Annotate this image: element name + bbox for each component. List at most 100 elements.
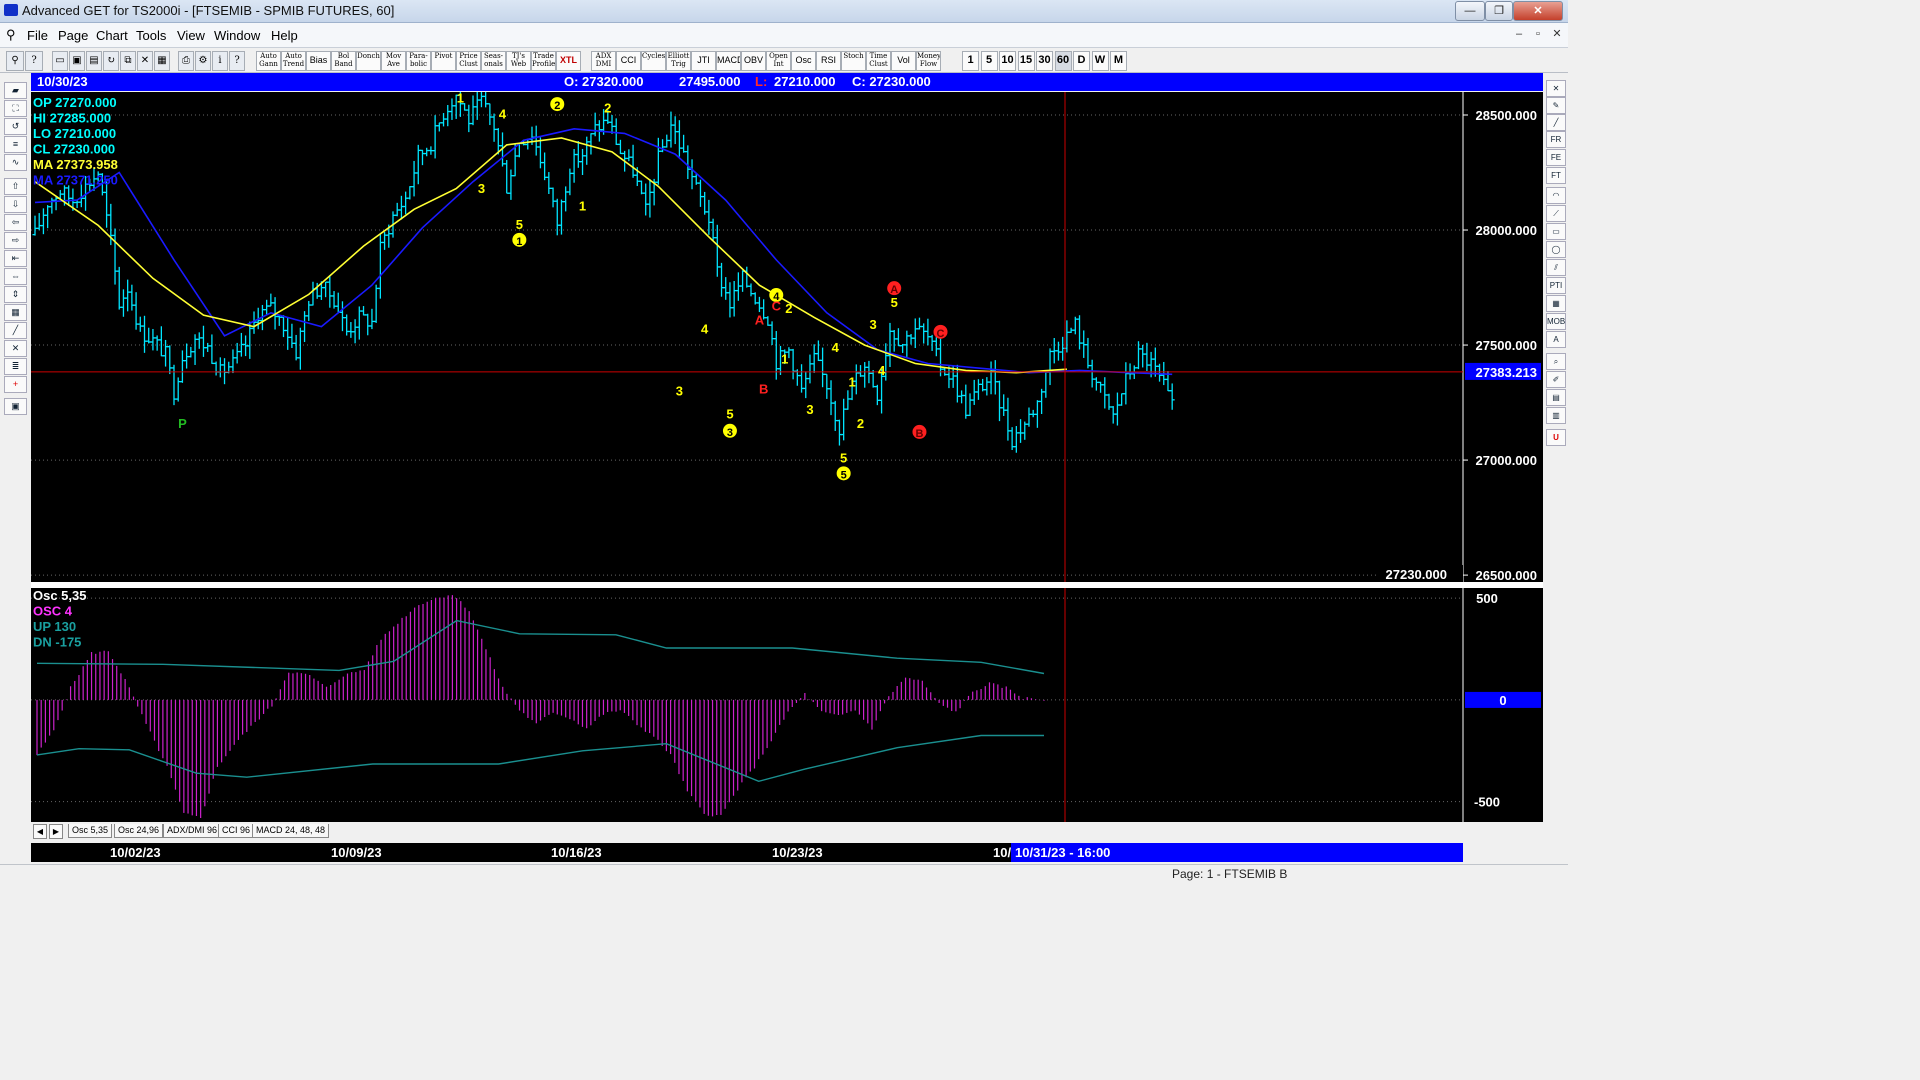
- timeframe-button-d[interactable]: D: [1073, 51, 1090, 71]
- study-button-adx-dmi[interactable]: ADX DMI: [591, 51, 616, 71]
- menu-window[interactable]: Window: [214, 28, 260, 43]
- expand-icon[interactable]: ⇔: [4, 268, 27, 285]
- query-icon[interactable]: ?: [229, 51, 245, 71]
- grid-tool-icon[interactable]: ▦: [1546, 295, 1566, 312]
- save-icon[interactable]: ▤: [86, 51, 102, 71]
- template-icon[interactable]: ▥: [1546, 407, 1566, 424]
- layers-icon[interactable]: ▤: [1546, 389, 1566, 406]
- arrow-up-icon[interactable]: ⇧: [4, 178, 27, 195]
- minimize-button[interactable]: —: [1455, 1, 1485, 21]
- tab-next-button[interactable]: ▶: [49, 824, 63, 839]
- copy-icon[interactable]: ⧉: [120, 51, 136, 71]
- timeframe-button-15[interactable]: 15: [1017, 51, 1035, 71]
- study-button-money-flow[interactable]: Money Flow: [916, 51, 941, 71]
- box-icon[interactable]: ▭: [1546, 223, 1566, 240]
- tab-prev-button[interactable]: ◀: [33, 824, 47, 839]
- study-button-auto-gann[interactable]: Auto Gann: [256, 51, 281, 71]
- text-tool-icon[interactable]: A: [1546, 331, 1566, 348]
- timeframe-button-5[interactable]: 5: [980, 51, 998, 71]
- timeframe-button-30[interactable]: 30: [1036, 51, 1053, 71]
- menu-help[interactable]: Help: [271, 28, 298, 43]
- study-button-xtl[interactable]: XTL: [556, 51, 581, 71]
- study-button-auto-trend[interactable]: Auto Trend: [281, 51, 306, 71]
- tab-osc-5-35[interactable]: Osc 5,35: [68, 824, 113, 838]
- study-button-macd[interactable]: MACD: [716, 51, 741, 71]
- study-button-time-clust[interactable]: Time Clust: [866, 51, 891, 71]
- study-button-open-int[interactable]: Open Int: [766, 51, 791, 71]
- delete-icon[interactable]: ✕: [137, 51, 153, 71]
- print-icon[interactable]: ⎙: [178, 51, 194, 71]
- study-button-jti[interactable]: JTI: [691, 51, 716, 71]
- price-chart[interactable]: 28500.000 28000.000 27500.000 27000.000 2650…: [31, 92, 1543, 582]
- toolbox-icon[interactable]: ▣: [4, 398, 27, 415]
- fib-retracement-icon[interactable]: FR: [1546, 131, 1566, 148]
- mdi-minimize-button[interactable]: –: [1511, 27, 1527, 41]
- study-button-para-bolic[interactable]: Para-bolic: [406, 51, 431, 71]
- tab-adx-dmi[interactable]: ADX/DMI 96: [163, 824, 222, 838]
- fan-icon[interactable]: ⟋: [1546, 205, 1566, 222]
- channel-icon[interactable]: ⫽: [1546, 259, 1566, 276]
- fib-icon[interactable]: ≣: [4, 358, 27, 375]
- lines-icon[interactable]: ╱: [4, 322, 27, 339]
- study-button-stoch[interactable]: Stoch: [841, 51, 866, 71]
- study-button-rsi[interactable]: RSI: [816, 51, 841, 71]
- grid-icon[interactable]: ▦: [154, 51, 170, 71]
- pti-icon[interactable]: PTI: [1546, 277, 1566, 294]
- menu-tools[interactable]: Tools: [136, 28, 166, 43]
- menu-chart[interactable]: Chart: [96, 28, 128, 43]
- pin-tool-icon[interactable]: ⚲: [6, 51, 24, 71]
- study-button-price-clust[interactable]: Price Clust: [456, 51, 481, 71]
- oscillator-chart[interactable]: 500 0 -500 Osc 5,35OSC 4UP 130DN -175: [31, 588, 1543, 822]
- study-button-cci[interactable]: CCI: [616, 51, 641, 71]
- tab-cci[interactable]: CCI 96: [218, 824, 255, 838]
- pin-icon[interactable]: ⚲: [6, 27, 16, 43]
- mdi-close-button[interactable]: ✕: [1549, 27, 1565, 41]
- open-icon[interactable]: ▣: [69, 51, 85, 71]
- timeframe-button-w[interactable]: W: [1091, 51, 1109, 71]
- study-button-vol[interactable]: Vol: [891, 51, 916, 71]
- timeframe-button-60[interactable]: 60: [1054, 51, 1072, 71]
- new-page-icon[interactable]: ▭: [52, 51, 68, 71]
- tab-osc-24-96[interactable]: Osc 24,96: [114, 824, 164, 838]
- reset-icon[interactable]: ↺: [4, 118, 27, 135]
- study-button-bol-band[interactable]: Bol Band: [331, 51, 356, 71]
- vertical-expand-icon[interactable]: ⇕: [4, 286, 27, 303]
- arrow-down-icon[interactable]: ⇩: [4, 196, 27, 213]
- table-icon[interactable]: ▦: [4, 304, 27, 321]
- delete-drawing-icon[interactable]: ✕: [1546, 80, 1566, 97]
- elliott-icon[interactable]: ∿: [4, 154, 27, 171]
- pencil-icon[interactable]: ✎: [1546, 97, 1566, 114]
- timeframe-button-1[interactable]: 1: [962, 51, 979, 71]
- settings-icon[interactable]: ⚙: [195, 51, 211, 71]
- help-cursor-icon[interactable]: ?: [25, 51, 43, 71]
- compress-icon[interactable]: ⇤: [4, 250, 27, 267]
- ellipse-icon[interactable]: ◯: [1546, 241, 1566, 258]
- restore-button[interactable]: ❐: [1485, 1, 1513, 21]
- arrow-right-icon[interactable]: ⇨: [4, 232, 27, 249]
- mob-icon[interactable]: MOB: [1546, 313, 1566, 330]
- menu-view[interactable]: View: [177, 28, 205, 43]
- arc-icon[interactable]: ◠: [1546, 187, 1566, 204]
- paint-icon[interactable]: ✐: [1546, 371, 1566, 388]
- info-icon[interactable]: i: [212, 51, 228, 71]
- study-icon[interactable]: ≡: [4, 136, 27, 153]
- close-button[interactable]: ✕: [1513, 1, 1563, 21]
- magnifier-icon[interactable]: ⌕: [1546, 353, 1566, 370]
- arrow-left-icon[interactable]: ⇦: [4, 214, 27, 231]
- timeframe-button-m[interactable]: M: [1110, 51, 1127, 71]
- menu-page[interactable]: Page: [58, 28, 88, 43]
- fib-time-icon[interactable]: FT: [1546, 167, 1566, 184]
- zoom-icon[interactable]: ⛶: [4, 100, 27, 117]
- line-icon[interactable]: ╱: [1546, 114, 1566, 131]
- study-button-elliott-trig[interactable]: Elliott Trig: [666, 51, 691, 71]
- tab-macd[interactable]: MACD 24, 48, 48: [252, 824, 330, 838]
- menu-file[interactable]: File: [27, 28, 48, 43]
- gann-icon[interactable]: ✕: [4, 340, 27, 357]
- magnet-icon[interactable]: U: [1546, 429, 1566, 446]
- study-button-obv[interactable]: OBV: [741, 51, 766, 71]
- study-button-donch[interactable]: Donch: [356, 51, 381, 71]
- timeframe-button-10[interactable]: 10: [999, 51, 1016, 71]
- mdi-restore-button[interactable]: ▫: [1530, 27, 1546, 41]
- study-button-pivot[interactable]: Pivot: [431, 51, 456, 71]
- study-button-osc[interactable]: Osc: [791, 51, 816, 71]
